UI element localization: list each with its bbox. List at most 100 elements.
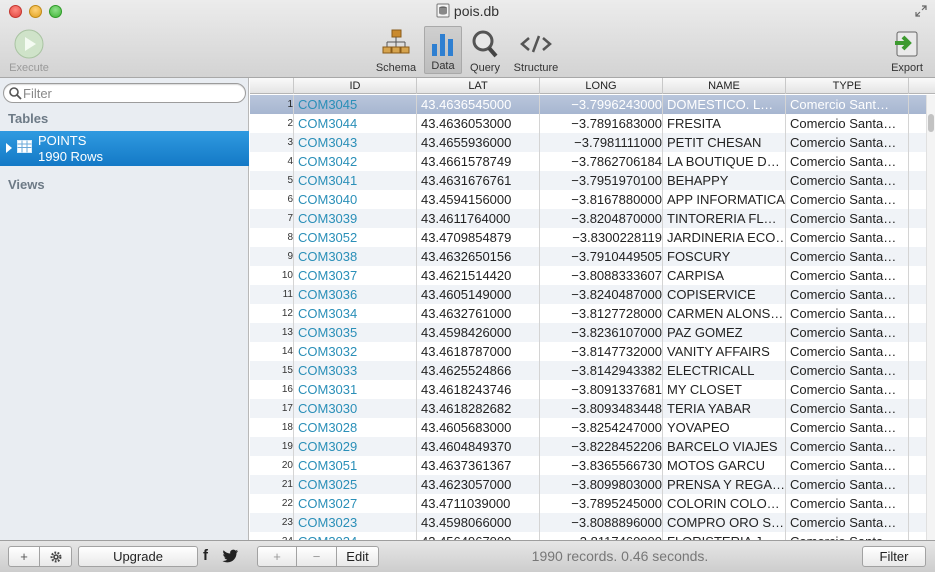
cell-name[interactable]: BARCELO VIAJES — [667, 437, 785, 456]
cell-type[interactable]: Comercio Santa… — [790, 342, 908, 361]
cell-type[interactable]: Comercio Santa… — [790, 437, 908, 456]
table-row[interactable]: 20 COM3051 43.4637361367 −3.8365566730 MOTOS… — [250, 456, 926, 475]
cell-name[interactable]: COMPRO ORO S… — [667, 513, 785, 532]
cell-name[interactable]: CARMEN ALONS… — [667, 304, 785, 323]
cell-lat[interactable]: 43.4711039000 — [421, 494, 539, 513]
row-number[interactable]: 21 — [250, 475, 293, 494]
cell-id[interactable]: COM3028 — [298, 418, 416, 437]
cell-name[interactable]: CARPISA — [667, 266, 785, 285]
delete-record-button[interactable]: − — [297, 546, 337, 567]
upgrade-button[interactable]: Upgrade — [78, 546, 198, 567]
cell-type[interactable]: Comercio Santa… — [790, 285, 908, 304]
row-number[interactable]: 11 — [250, 285, 293, 304]
table-row[interactable]: 3 COM3043 43.4655936000 −3.7981111000 PETIT … — [250, 133, 926, 152]
row-number[interactable]: 12 — [250, 304, 293, 323]
vertical-scrollbar[interactable] — [926, 95, 935, 540]
row-number[interactable]: 6 — [250, 190, 293, 209]
cell-lat[interactable]: 43.4623057000 — [421, 475, 539, 494]
export-button[interactable]: Export — [887, 28, 927, 74]
sidebar-filter-input[interactable] — [23, 85, 238, 101]
cell-name[interactable]: PAZ GOMEZ — [667, 323, 785, 342]
filter-button[interactable]: Filter — [862, 546, 926, 567]
cell-id[interactable]: COM3036 — [298, 285, 416, 304]
table-row[interactable]: 5 COM3041 43.4631676761 −3.7951970100 BEHAPP… — [250, 171, 926, 190]
cell-long[interactable]: −3.8147732000 — [544, 342, 662, 361]
cell-lat[interactable]: 43.4605683000 — [421, 418, 539, 437]
scrollbar-thumb[interactable] — [928, 114, 934, 132]
query-tab[interactable]: Query — [466, 28, 504, 74]
cell-type[interactable]: Comercio Sant… — [790, 95, 908, 114]
cell-name[interactable]: FOSCURY — [667, 247, 785, 266]
table-row[interactable]: 7 COM3039 43.4611764000 −3.8204870000 TINTOR… — [250, 209, 926, 228]
cell-long[interactable]: −3.7891683000 — [544, 114, 662, 133]
cell-long[interactable]: −3.8088333607 — [544, 266, 662, 285]
cell-long[interactable]: −3.7910449505 — [544, 247, 662, 266]
cell-long[interactable]: −3.8300228119 — [544, 228, 662, 247]
structure-tab[interactable]: Structure — [509, 28, 563, 74]
cell-type[interactable]: Comercio Santa… — [790, 209, 908, 228]
cell-id[interactable]: COM3051 — [298, 456, 416, 475]
column-header-type[interactable]: TYPE — [786, 78, 909, 94]
row-number[interactable]: 7 — [250, 209, 293, 228]
cell-name[interactable]: YOVAPEO — [667, 418, 785, 437]
add-record-button[interactable]: + — [257, 546, 297, 567]
add-table-button[interactable]: + — [8, 546, 40, 567]
cell-lat[interactable]: 43.4636545000 — [421, 95, 539, 114]
row-number[interactable]: 16 — [250, 380, 293, 399]
execute-button[interactable]: Execute — [6, 28, 52, 74]
cell-long[interactable]: −3.8254247000 — [544, 418, 662, 437]
cell-long[interactable]: −3.8117460000 — [544, 532, 662, 540]
cell-name[interactable]: MY CLOSET — [667, 380, 785, 399]
cell-type[interactable]: Comercio Santa… — [790, 304, 908, 323]
sidebar-item-points[interactable]: POINTS 1990 Rows — [0, 131, 249, 166]
cell-name[interactable]: COLORIN COLO… — [667, 494, 785, 513]
cell-type[interactable]: Comercio Santa… — [790, 114, 908, 133]
data-grid[interactable]: ID LAT LONG NAME TYPE 1 COM3045 43.4636545… — [250, 78, 935, 540]
row-number[interactable]: 8 — [250, 228, 293, 247]
cell-long[interactable]: −3.8088896000 — [544, 513, 662, 532]
cell-type[interactable]: Comercio Santa… — [790, 399, 908, 418]
table-row[interactable]: 22 COM3027 43.4711039000 −3.7895245000 COLOR… — [250, 494, 926, 513]
table-row[interactable]: 21 COM3025 43.4623057000 −3.8099803000 PRENS… — [250, 475, 926, 494]
cell-id[interactable]: COM3025 — [298, 475, 416, 494]
column-header-lat[interactable]: LAT — [417, 78, 540, 94]
table-row[interactable]: 8 COM3052 43.4709854879 −3.8300228119 JARDIN… — [250, 228, 926, 247]
row-number[interactable]: 19 — [250, 437, 293, 456]
cell-id[interactable]: COM3031 — [298, 380, 416, 399]
table-row[interactable]: 13 COM3035 43.4598426000 −3.8236107000 PAZ G… — [250, 323, 926, 342]
row-number[interactable]: 13 — [250, 323, 293, 342]
cell-type[interactable]: Comercio Santa… — [790, 380, 908, 399]
cell-type[interactable]: Comercio Santa… — [790, 494, 908, 513]
cell-id[interactable]: COM3030 — [298, 399, 416, 418]
cell-type[interactable]: Comercio Santa… — [790, 456, 908, 475]
cell-type[interactable]: Comercio Santa… — [790, 190, 908, 209]
cell-name[interactable]: JARDINERIA ECO… — [667, 228, 785, 247]
cell-type[interactable]: Comercio Santa… — [790, 323, 908, 342]
cell-long[interactable]: −3.7895245000 — [544, 494, 662, 513]
cell-long[interactable]: −3.8091337681 — [544, 380, 662, 399]
cell-long[interactable]: −3.8228452206 — [544, 437, 662, 456]
cell-id[interactable]: COM3052 — [298, 228, 416, 247]
table-row[interactable]: 6 COM3040 43.4594156000 −3.8167880000 APP IN… — [250, 190, 926, 209]
schema-tab[interactable]: Schema — [374, 28, 418, 74]
cell-lat[interactable]: 43.4636053000 — [421, 114, 539, 133]
cell-lat[interactable]: 43.4661578749 — [421, 152, 539, 171]
cell-id[interactable]: COM3044 — [298, 114, 416, 133]
row-number[interactable]: 9 — [250, 247, 293, 266]
cell-id[interactable]: COM3045 — [298, 95, 416, 114]
gear-button[interactable] — [40, 546, 72, 567]
table-row[interactable]: 10 COM3037 43.4621514420 −3.8088333607 CARPI… — [250, 266, 926, 285]
twitter-icon[interactable] — [222, 548, 239, 564]
table-row[interactable]: 19 COM3029 43.4604849370 −3.8228452206 BARCE… — [250, 437, 926, 456]
table-row[interactable]: 16 COM3031 43.4618243746 −3.8091337681 MY CL… — [250, 380, 926, 399]
cell-long[interactable]: −3.7951970100 — [544, 171, 662, 190]
edit-button[interactable]: Edit — [337, 546, 379, 567]
cell-lat[interactable]: 43.4632650156 — [421, 247, 539, 266]
column-header-name[interactable]: NAME — [663, 78, 786, 94]
column-header-long[interactable]: LONG — [540, 78, 663, 94]
cell-lat[interactable]: 43.4655936000 — [421, 133, 539, 152]
cell-id[interactable]: COM3034 — [298, 304, 416, 323]
row-number[interactable]: 23 — [250, 513, 293, 532]
cell-type[interactable]: Comercio Santa… — [790, 133, 908, 152]
cell-type[interactable]: Comercio Santa… — [790, 418, 908, 437]
